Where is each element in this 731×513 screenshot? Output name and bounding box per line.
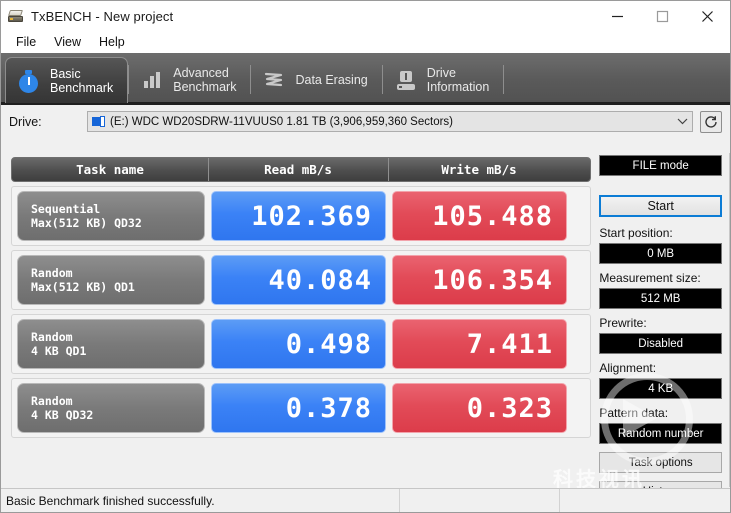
refresh-button[interactable] [700, 110, 722, 133]
refresh-icon [705, 115, 717, 128]
task-line-2: 4 KB QD32 [31, 408, 94, 422]
tab-drive-information[interactable]: Drive Information [383, 57, 504, 102]
start-button[interactable]: Start [599, 195, 722, 217]
pane-divider [729, 153, 730, 487]
read-value-cell: 40.084 [211, 255, 386, 305]
task-name-cell: Random 4 KB QD32 [17, 383, 205, 433]
column-header-write: Write mB/s [388, 158, 570, 181]
column-header-read: Read mB/s [208, 158, 388, 181]
alignment-value[interactable]: 4 KB [599, 378, 722, 399]
measurement-size-label: Measurement size: [599, 271, 701, 285]
tab-basic-benchmark[interactable]: Basic Benchmark [5, 57, 129, 103]
menu-bar: File View Help [1, 31, 730, 53]
tab-advanced-benchmark[interactable]: Advanced Benchmark [129, 57, 250, 102]
drive-select[interactable]: (E:) WDC WD20SDRW-11VUUS0 1.81 TB (3,906… [87, 111, 693, 132]
measurement-size-value[interactable]: 512 MB [599, 288, 722, 309]
table-row[interactable]: Random 4 KB QD32 0.378 0.323 [11, 378, 592, 438]
task-line-2: 4 KB QD1 [31, 344, 87, 358]
task-line-2: Max(512 KB) QD1 [31, 280, 135, 294]
task-line-1: Random [31, 266, 73, 280]
pattern-data-label: Pattern data: [599, 406, 669, 420]
stopwatch-icon [16, 68, 42, 94]
table-row[interactable]: Sequential Max(512 KB) QD32 102.369 105.… [11, 186, 592, 246]
start-position-value[interactable]: 0 MB [599, 243, 722, 264]
prewrite-label: Prewrite: [599, 316, 647, 330]
pattern-data-value[interactable]: Random number [599, 423, 722, 444]
menu-item-view[interactable]: View [45, 33, 90, 51]
task-name-cell: Random Max(512 KB) QD1 [17, 255, 205, 305]
drive-info-icon [393, 67, 419, 93]
tab-data-erasing[interactable]: Data Erasing [251, 57, 381, 102]
settings-pane: FILE mode Start Start position: 0 MB Mea… [599, 149, 730, 502]
task-line-1: Random [31, 394, 73, 408]
tab-basic-benchmark-label: Basic Benchmark [50, 66, 114, 95]
drive-selector-row: Drive: (E:) WDC WD20SDRW-11VUUS0 1.81 TB… [1, 105, 730, 138]
status-cell-b [560, 489, 730, 512]
task-name-cell: Random 4 KB QD1 [17, 319, 205, 369]
table-row[interactable]: Random Max(512 KB) QD1 40.084 106.354 [11, 250, 592, 310]
txbench-window: TxBENCH - New project File View Help Bas… [0, 0, 731, 513]
task-line-1: Sequential [31, 202, 101, 216]
drive-select-value: (E:) WDC WD20SDRW-11VUUS0 1.81 TB (3,906… [110, 115, 454, 128]
file-mode-button[interactable]: FILE mode [599, 155, 722, 176]
window-title: TxBENCH - New project [31, 8, 174, 24]
prewrite-value[interactable]: Disabled [599, 333, 722, 354]
disk-icon [92, 115, 105, 128]
chevron-down-icon[interactable] [674, 118, 690, 125]
write-value-cell: 0.323 [392, 383, 567, 433]
read-value-cell: 102.369 [211, 191, 386, 241]
maximize-button[interactable] [640, 1, 685, 31]
task-line-2: Max(512 KB) QD32 [31, 216, 142, 230]
main-content: Task name Read mB/s Write mB/s Sequentia… [1, 149, 730, 502]
tab-data-erasing-label: Data Erasing [295, 72, 368, 87]
write-value-cell: 7.411 [392, 319, 567, 369]
status-message: Basic Benchmark finished successfully. [1, 489, 400, 512]
bar-chart-icon [139, 67, 165, 93]
drive-icon [8, 8, 24, 24]
results-pane: Task name Read mB/s Write mB/s Sequentia… [1, 149, 599, 487]
close-button[interactable] [685, 1, 730, 31]
read-value-cell: 0.498 [211, 319, 386, 369]
erase-icon [261, 67, 287, 93]
task-name-cell: Sequential Max(512 KB) QD32 [17, 191, 205, 241]
write-value-cell: 105.488 [392, 191, 567, 241]
minimize-button[interactable] [595, 1, 640, 31]
status-cell-a [400, 489, 560, 512]
task-options-button[interactable]: Task options [599, 452, 722, 473]
tab-divider-4 [503, 65, 505, 94]
column-header-task: Task name [76, 162, 144, 177]
alignment-label: Alignment: [599, 361, 657, 375]
menu-item-file[interactable]: File [7, 33, 45, 51]
tab-drive-information-label: Drive Information [426, 65, 490, 94]
window-controls [595, 1, 730, 31]
status-bar: Basic Benchmark finished successfully. [1, 488, 730, 512]
read-value-cell: 0.378 [211, 383, 386, 433]
write-value-cell: 106.354 [392, 255, 567, 305]
title-bar: TxBENCH - New project [1, 1, 730, 31]
tab-strip: Basic Benchmark Advanced Benchmark Data … [1, 53, 730, 105]
drive-label: Drive: [9, 114, 42, 129]
start-position-label: Start position: [599, 226, 673, 240]
results-table-header: Task name Read mB/s Write mB/s [11, 157, 592, 182]
task-line-1: Random [31, 330, 73, 344]
table-row[interactable]: Random 4 KB QD1 0.498 7.411 [11, 314, 592, 374]
tab-advanced-benchmark-label: Advanced Benchmark [173, 65, 237, 94]
menu-item-help[interactable]: Help [90, 33, 134, 51]
